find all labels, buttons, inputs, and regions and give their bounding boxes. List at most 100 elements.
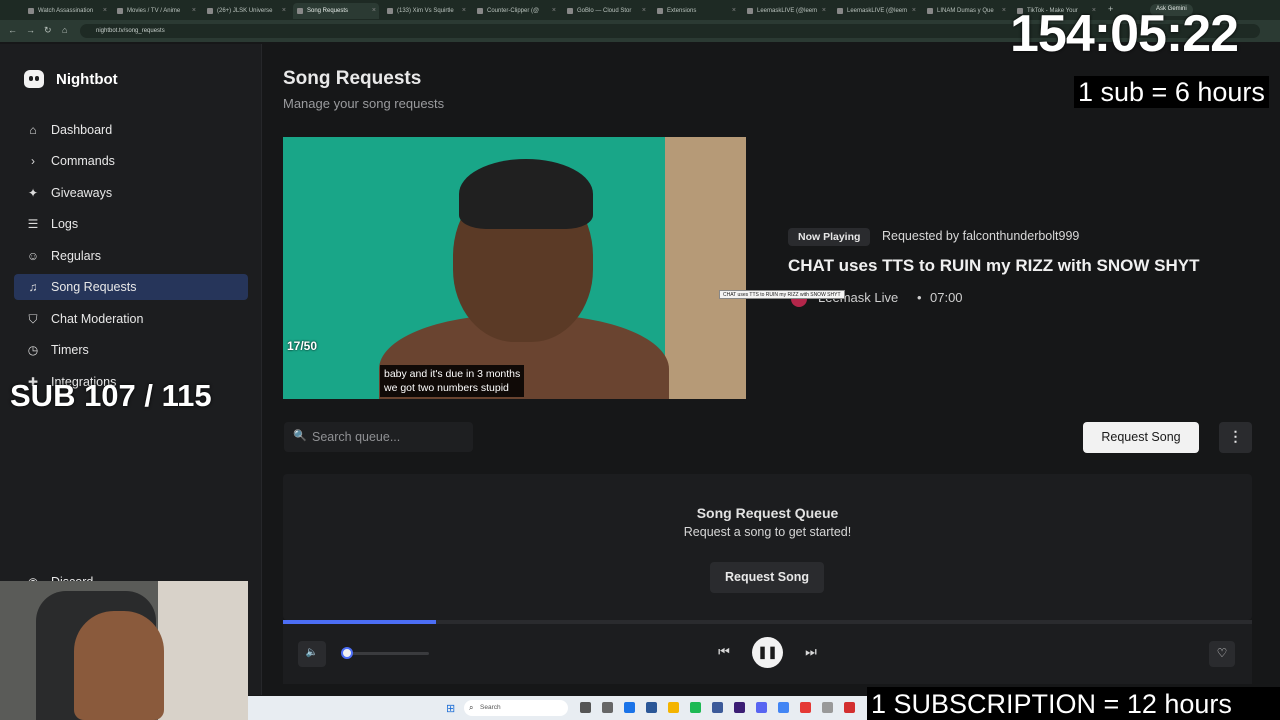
taskbar-search[interactable]: ⌕ Search [464, 700, 568, 716]
tab-label: Song Requests [307, 8, 349, 14]
sidebar-item-commands[interactable]: › Commands [14, 148, 248, 174]
close-tab-icon[interactable]: × [372, 7, 376, 14]
browser-tab[interactable]: (133) Xim Vs Squirtle × [383, 3, 469, 19]
song-request-queue: Song Request Queue Request a song to get… [283, 474, 1252, 620]
close-tab-icon[interactable]: × [552, 7, 556, 14]
browser-tab[interactable]: GoBlo — Cloud Stor × [563, 3, 649, 19]
volume-slider[interactable] [341, 647, 429, 659]
sidebar-item-label: Song Requests [51, 280, 137, 294]
list-icon: ☰ [27, 217, 39, 231]
tab-label: Counter-Clipper (@ [487, 8, 540, 14]
video-captions: baby and it's due in 3 months we got two… [380, 365, 525, 397]
sidebar-item-logs[interactable]: ☰ Logs [14, 211, 248, 237]
close-tab-icon[interactable]: × [822, 7, 826, 14]
headphones-icon: ♫ [28, 280, 38, 294]
more-options-button[interactable]: ⋮ [1219, 422, 1252, 453]
browser-tab[interactable]: LeemaskLIVE (@leem × [743, 3, 829, 19]
sidebar-item-timers[interactable]: ◷ Timers [14, 337, 248, 363]
file-explorer-icon[interactable] [580, 702, 591, 713]
sidebar-item-label: Logs [51, 217, 79, 231]
next-button[interactable]: ⏭ [801, 644, 821, 660]
os-taskbar: ⊞ ⌕ Search [248, 696, 868, 720]
browser-tab[interactable]: (26+) JLSK Universe × [203, 3, 289, 19]
page-subtitle: Manage your song requests [283, 96, 445, 111]
browser-tab[interactable]: LeemaskLIVE (@leem × [833, 3, 919, 19]
tab-favicon-icon [837, 8, 843, 14]
sidebar-item-label: Regulars [51, 249, 102, 263]
queue-title: Song Request Queue [696, 505, 839, 521]
spotify-icon[interactable] [690, 702, 701, 713]
player-controls: 🔈 ⏮ ❚❚ ⏭ ♡ [283, 624, 1252, 684]
sidebar-item-label: Timers [51, 343, 89, 357]
browser-tab[interactable]: Movies / TV / Anime × [113, 3, 199, 19]
discord-icon[interactable] [756, 702, 767, 713]
browser-tab[interactable]: Counter-Clipper (@ × [473, 3, 559, 19]
previous-button[interactable]: ⏮ [714, 644, 734, 660]
edge-icon[interactable] [624, 702, 635, 713]
webcam-background [158, 581, 248, 720]
close-tab-icon[interactable]: × [642, 7, 646, 14]
tab-favicon-icon [567, 8, 573, 14]
close-tab-icon[interactable]: × [282, 7, 286, 14]
video-player[interactable]: 17/50 baby and it's due in 3 months we g… [283, 137, 746, 399]
sidebar-item-song-requests[interactable]: ♫ Song Requests [14, 274, 248, 300]
chrome-icon[interactable] [778, 702, 789, 713]
tab-label: Movies / TV / Anime [127, 8, 181, 14]
volume-slider-handle[interactable] [341, 647, 354, 659]
forward-icon[interactable]: → [26, 25, 35, 35]
song-title[interactable]: CHAT uses TTS to RUIN my RIZZ with SNOW … [788, 256, 1199, 276]
tab-label: Extensions [667, 8, 697, 14]
close-tab-icon[interactable]: × [732, 7, 736, 14]
folder-icon[interactable] [668, 702, 679, 713]
tab-label: (26+) JLSK Universe [217, 8, 273, 14]
request-song-button[interactable]: Request Song [1083, 422, 1199, 453]
stream-timer-overlay: 154:05:22 [1010, 5, 1239, 63]
home-icon: ⌂ [29, 123, 37, 137]
tab-favicon-icon [28, 8, 34, 14]
sidebar-item-chat-moderation[interactable]: ⛉ Chat Moderation [14, 306, 248, 332]
home-icon[interactable]: ⌂ [62, 25, 67, 35]
title-tooltip: CHAT uses TTS to RUIN my RIZZ with SNOW … [719, 290, 845, 299]
video-counter: 17/50 [287, 339, 318, 353]
pause-button[interactable]: ❚❚ [752, 637, 783, 668]
tab-label: GoBlo — Cloud Stor [577, 8, 632, 14]
close-tab-icon[interactable]: × [1002, 7, 1006, 14]
volume-icon[interactable]: 🔈 [298, 641, 326, 667]
close-tab-icon[interactable]: × [912, 7, 916, 14]
browser-tab[interactable]: LINAM Dumas y Que × [923, 3, 1009, 19]
premiere-icon[interactable] [734, 702, 745, 713]
browser-tab[interactable]: Extensions × [653, 3, 739, 19]
sidebar-item-dashboard[interactable]: ⌂ Dashboard [14, 117, 248, 143]
sidebar-item-regulars[interactable]: ☺ Regulars [14, 243, 248, 269]
browser-tab[interactable]: Song Requests × [293, 3, 379, 19]
queue-request-song-button[interactable]: Request Song [710, 562, 824, 593]
search-input[interactable] [312, 428, 467, 446]
back-icon[interactable]: ← [8, 25, 17, 35]
favorite-button[interactable]: ♡ [1209, 641, 1235, 667]
obs-icon[interactable] [800, 702, 811, 713]
search-icon: ⌕ [469, 703, 474, 712]
app-icon[interactable] [712, 702, 723, 713]
caption-line: baby and it's due in 3 months [384, 368, 521, 380]
sidebar-item-label: Chat Moderation [51, 312, 144, 326]
app-icon[interactable] [822, 702, 833, 713]
store-icon[interactable] [646, 702, 657, 713]
search-icon: 🔍 [293, 430, 307, 442]
app-icon[interactable] [844, 702, 855, 713]
queue-search[interactable]: 🔍 [284, 422, 473, 452]
settings-icon[interactable] [602, 702, 613, 713]
tab-label: Watch Assassination [38, 8, 94, 14]
sidebar-item-giveaways[interactable]: ✦ Giveaways [14, 180, 248, 206]
tab-favicon-icon [207, 8, 213, 14]
browser-tab[interactable]: Watch Assassination × [24, 3, 110, 19]
sidebar-item-label: Giveaways [51, 186, 113, 200]
reload-icon[interactable]: ↻ [44, 25, 52, 36]
windows-start-icon[interactable]: ⊞ [446, 702, 455, 715]
close-tab-icon[interactable]: × [192, 7, 196, 14]
webcam-overlay [0, 581, 248, 720]
close-tab-icon[interactable]: × [462, 7, 466, 14]
sub-hours-overlay: 1 sub = 6 hours [1074, 76, 1269, 108]
tab-label: LeemaskLIVE (@leem [847, 8, 908, 14]
page-title: Song Requests [283, 68, 422, 89]
close-tab-icon[interactable]: × [103, 7, 107, 14]
